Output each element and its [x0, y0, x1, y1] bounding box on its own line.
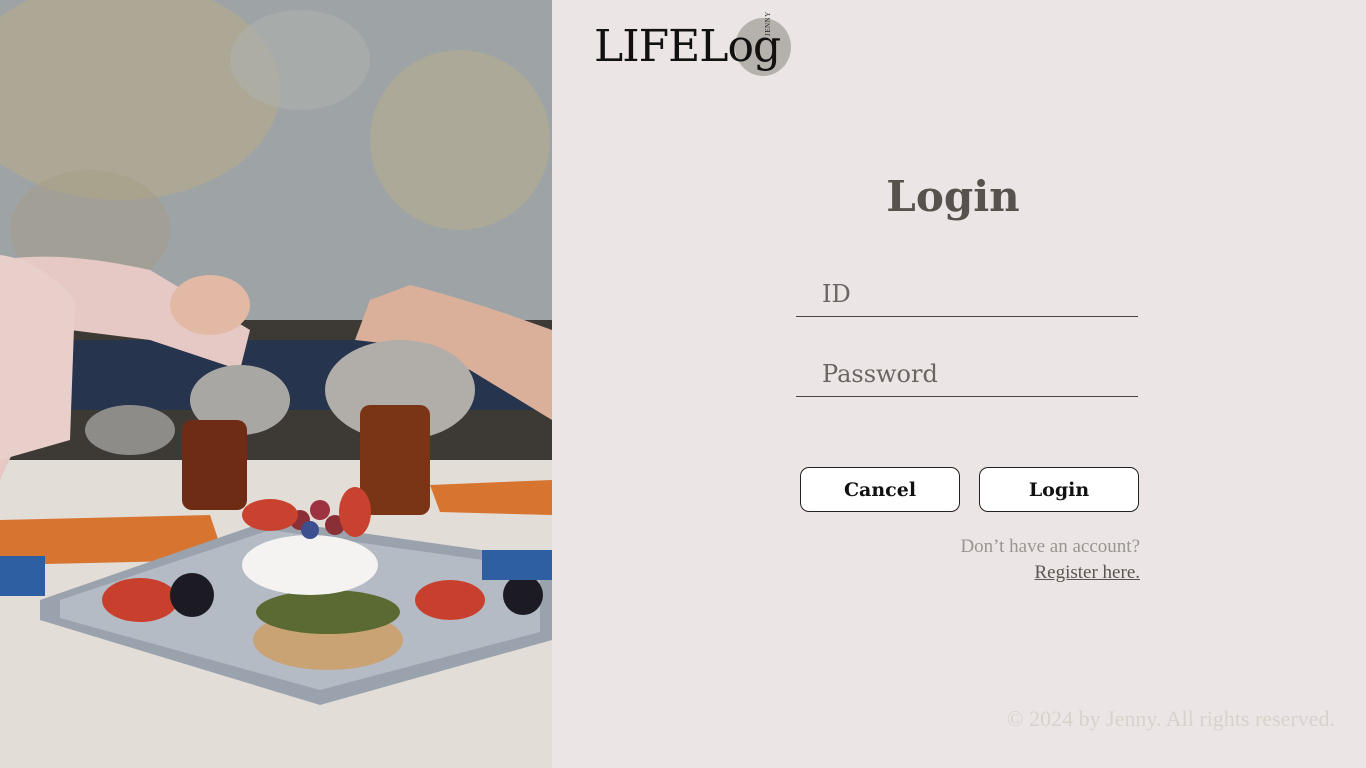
register-prompt: Don’t have an account? — [960, 536, 1140, 557]
login-page: LIFELog JENNY Login Cancel Login Don’t h… — [0, 0, 1366, 768]
id-input[interactable] — [796, 272, 1138, 316]
page-title: Login — [886, 172, 1020, 221]
logo-badge-text: JENNY — [764, 11, 772, 36]
hero-photo — [0, 0, 552, 768]
id-field — [796, 272, 1138, 317]
register-link[interactable]: Register here. — [1034, 562, 1140, 584]
login-panel: LIFELog JENNY Login Cancel Login Don’t h… — [552, 0, 1366, 768]
brand-logo[interactable]: LIFELog JENNY — [594, 11, 794, 78]
cancel-button[interactable]: Cancel — [800, 467, 960, 512]
password-input[interactable] — [796, 352, 1138, 396]
password-field — [796, 352, 1138, 397]
login-button[interactable]: Login — [979, 467, 1139, 512]
logo-text: LIFELog — [594, 21, 781, 72]
copyright-footer: © 2024 by Jenny. All rights reserved. — [1006, 706, 1335, 731]
